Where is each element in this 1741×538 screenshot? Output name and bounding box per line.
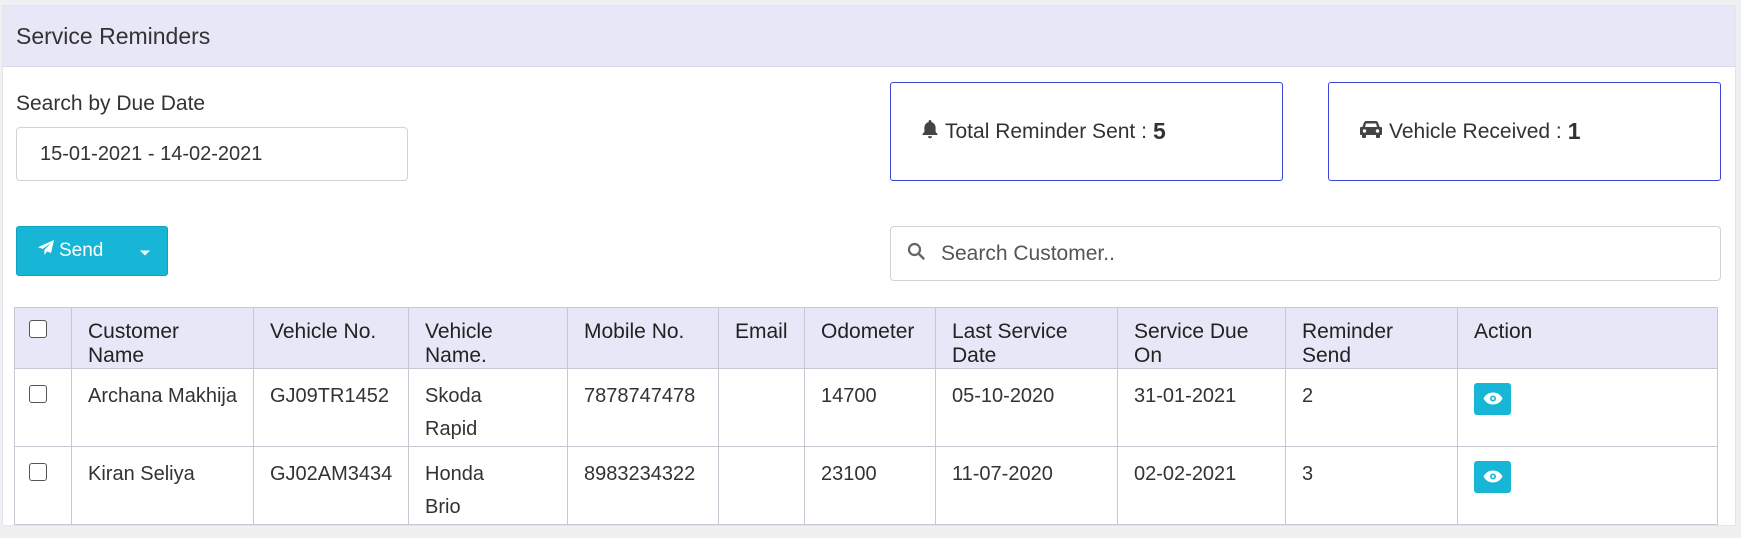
eye-icon <box>1483 461 1503 494</box>
due-date-range-value: 15-01-2021 - 14-02-2021 <box>40 142 263 165</box>
bell-icon <box>921 119 945 145</box>
action-cell <box>1457 368 1718 447</box>
col-reminder-send[interactable]: Reminder Send <box>1285 307 1458 369</box>
send-options-dropdown[interactable] <box>124 227 167 275</box>
customer-name: Archana Makhija <box>71 368 254 447</box>
email <box>718 368 805 447</box>
odometer: 14700 <box>804 368 936 447</box>
total-reminder-label: Total Reminder Sent : <box>945 119 1147 143</box>
last-service-date: 11-07-2020 <box>935 446 1118 525</box>
vehicle-make: Skoda <box>425 385 482 407</box>
service-due-on: 02-02-2021 <box>1117 446 1286 525</box>
panel-title: Service Reminders <box>3 6 1735 67</box>
total-reminder-sent-card: Total Reminder Sent : 5 <box>890 82 1283 181</box>
col-vehicle-no[interactable]: Vehicle No. <box>253 307 409 369</box>
vehicle-name: Skoda Rapid <box>408 368 568 447</box>
col-customer-name[interactable]: Customer Name <box>71 307 254 369</box>
select-all-cell <box>14 307 72 369</box>
reminder-send-count: 3 <box>1285 446 1458 525</box>
odometer: 23100 <box>804 446 936 525</box>
caret-down-icon <box>139 240 151 263</box>
table-row: Archana Makhija GJ09TR1452 Skoda Rapid 78… <box>14 368 1718 447</box>
vehicle-name: Honda Brio <box>408 446 568 525</box>
action-cell <box>1457 446 1718 525</box>
car-icon <box>1359 120 1389 144</box>
col-odometer[interactable]: Odometer <box>804 307 936 369</box>
customer-name: Kiran Seliya <box>71 446 254 525</box>
col-email[interactable]: Email <box>718 307 805 369</box>
paper-plane-icon <box>37 239 59 263</box>
vehicle-received-label: Vehicle Received : <box>1389 119 1562 143</box>
vehicle-no: GJ02AM3434 <box>253 446 409 525</box>
table-row: Kiran Seliya GJ02AM3434 Honda Brio 898323… <box>14 446 1718 525</box>
last-service-date: 05-10-2020 <box>935 368 1118 447</box>
send-label: Send <box>59 240 104 261</box>
total-reminder-value: 5 <box>1152 118 1166 144</box>
eye-icon <box>1483 383 1503 416</box>
vehicle-model: Rapid <box>425 418 478 440</box>
vehicle-received-card: Vehicle Received : 1 <box>1328 82 1721 181</box>
mobile-no: 7878747478 <box>567 368 719 447</box>
customer-search-box <box>890 226 1721 281</box>
service-due-on: 31-01-2021 <box>1117 368 1286 447</box>
vehicle-model: Brio <box>425 496 461 518</box>
search-by-due-date-label: Search by Due Date <box>16 92 206 115</box>
row-select-cell <box>14 446 72 525</box>
search-customer-input[interactable] <box>941 241 1681 266</box>
reminder-send-count: 2 <box>1285 368 1458 447</box>
col-action: Action <box>1457 307 1718 369</box>
col-service-due-on[interactable]: Service Due On <box>1117 307 1286 369</box>
row-select-cell <box>14 368 72 447</box>
table-header-row: Customer Name Vehicle No. Vehicle Name. … <box>14 307 1718 369</box>
view-button[interactable] <box>1474 383 1511 415</box>
row-checkbox[interactable] <box>29 385 47 403</box>
vehicle-make: Honda <box>425 463 484 485</box>
send-button[interactable]: Send <box>17 227 124 275</box>
col-mobile-no[interactable]: Mobile No. <box>567 307 719 369</box>
select-all-checkbox[interactable] <box>29 320 47 338</box>
due-date-range-input[interactable]: 15-01-2021 - 14-02-2021 <box>16 127 408 181</box>
search-icon <box>907 242 925 266</box>
mobile-no: 8983234322 <box>567 446 719 525</box>
col-vehicle-name[interactable]: Vehicle Name. <box>408 307 568 369</box>
view-button[interactable] <box>1474 461 1511 493</box>
reminders-table: Customer Name Vehicle No. Vehicle Name. … <box>14 307 1718 525</box>
send-button-group: Send <box>16 226 168 276</box>
col-last-service-date[interactable]: Last Service Date <box>935 307 1118 369</box>
vehicle-no: GJ09TR1452 <box>253 368 409 447</box>
row-checkbox[interactable] <box>29 463 47 481</box>
email <box>718 446 805 525</box>
vehicle-received-value: 1 <box>1567 118 1581 144</box>
